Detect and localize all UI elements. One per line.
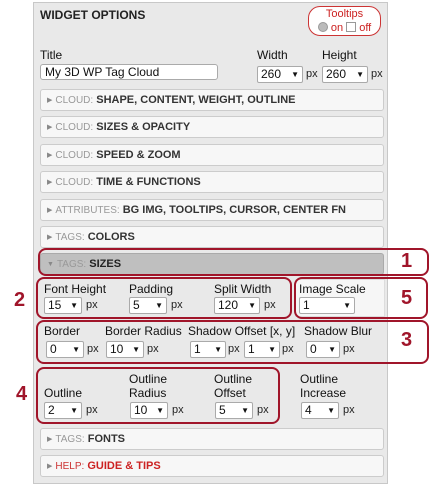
width-select[interactable]: 260 ▼ <box>257 66 303 83</box>
annotation-box-3 <box>36 320 429 364</box>
triangle-right-icon: ▶ <box>47 152 53 159</box>
section-tags-fonts[interactable]: ▶ TAGS: FONTS <box>40 428 384 450</box>
width-value: 260 <box>261 67 282 81</box>
triangle-right-icon: ▶ <box>47 97 53 104</box>
triangle-right-icon: ▶ <box>47 234 53 241</box>
outline-increase-label-2: Increase <box>300 386 347 400</box>
section-attributes[interactable]: ▶ ATTRIBUTES: BG IMG, TOOLTIPS, CURSOR, C… <box>40 199 384 221</box>
section-cloud-speed[interactable]: ▶ CLOUD: SPEED & ZOOM <box>40 144 384 166</box>
tooltips-label: Tooltips <box>325 8 364 20</box>
tooltips-toggle[interactable]: Tooltips on off <box>308 6 381 36</box>
chevron-down-icon: ▼ <box>291 70 299 79</box>
chevron-down-icon: ▼ <box>356 70 364 79</box>
chevron-down-icon: ▼ <box>327 406 335 415</box>
triangle-right-icon: ▶ <box>47 463 53 470</box>
tooltips-off-checkbox[interactable] <box>346 22 357 32</box>
height-label: Height <box>322 48 357 62</box>
tooltips-on-radio[interactable] <box>317 22 328 32</box>
height-unit: px <box>371 68 383 80</box>
annotation-box-4 <box>36 367 280 424</box>
height-select[interactable]: 260 ▼ <box>322 66 368 83</box>
tooltips-on-label: on <box>330 22 344 34</box>
outline-increase-unit: px <box>343 404 355 416</box>
title-label: Title <box>40 48 63 62</box>
section-cloud-time[interactable]: ▶ CLOUD: TIME & FUNCTIONS <box>40 171 384 193</box>
width-label: Width <box>257 48 288 62</box>
height-value: 260 <box>326 67 347 81</box>
annotation-box-2 <box>36 277 292 319</box>
annotation-marker-3: 3 <box>401 329 413 351</box>
tooltips-off-label: off <box>359 22 372 34</box>
outline-increase-value: 4 <box>305 403 312 417</box>
section-help-guide[interactable]: ▶ HELP: GUIDE & TIPS <box>40 455 384 477</box>
outline-increase-label-1: Outline <box>300 372 339 386</box>
annotation-marker-5: 5 <box>401 287 413 309</box>
width-unit: px <box>306 68 318 80</box>
triangle-right-icon: ▶ <box>47 179 53 186</box>
section-cloud-shape[interactable]: ▶ CLOUD: SHAPE, CONTENT, WEIGHT, OUTLINE <box>40 89 384 111</box>
triangle-right-icon: ▶ <box>47 436 53 443</box>
section-tags-colors[interactable]: ▶ TAGS: COLORS <box>40 226 384 248</box>
section-cloud-sizes[interactable]: ▶ CLOUD: SIZES & OPACITY <box>40 116 384 138</box>
annotation-box-1 <box>38 248 429 276</box>
outline-increase-select[interactable]: 4 ▼ <box>301 402 339 419</box>
triangle-right-icon: ▶ <box>47 207 53 214</box>
annotation-marker-4: 4 <box>16 383 28 405</box>
widget-options-title: WIDGET OPTIONS <box>40 8 146 22</box>
title-input[interactable]: My 3D WP Tag Cloud <box>40 64 218 80</box>
triangle-right-icon: ▶ <box>47 124 53 131</box>
annotation-marker-2: 2 <box>14 289 26 311</box>
annotation-marker-1: 1 <box>401 250 413 272</box>
